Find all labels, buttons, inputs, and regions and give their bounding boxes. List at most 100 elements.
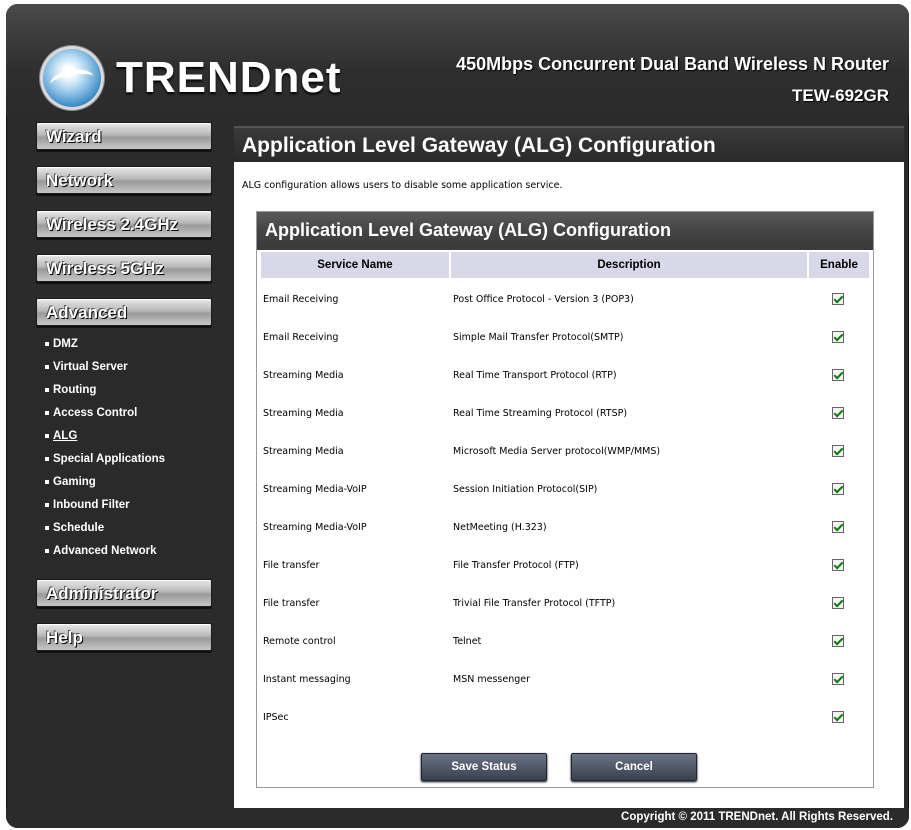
submenu-label: Routing bbox=[53, 384, 97, 396]
page-title: Application Level Gateway (ALG) Configur… bbox=[242, 134, 716, 157]
description-cell: MSN messenger bbox=[453, 673, 530, 685]
menu-administrator[interactable]: Administrator bbox=[36, 579, 212, 607]
description-cell: Real Time Streaming Protocol (RTSP) bbox=[453, 407, 628, 419]
menu-wireless-24ghz[interactable]: Wireless 2.4GHz bbox=[36, 210, 212, 238]
service-name-cell: Email Receiving bbox=[263, 331, 339, 343]
menu-network[interactable]: Network bbox=[36, 166, 212, 194]
table-row: Streaming Media Real Time Transport Prot… bbox=[261, 356, 869, 394]
bullet-icon bbox=[45, 479, 49, 484]
cancel-button[interactable]: Cancel bbox=[571, 753, 697, 781]
enable-checkbox[interactable] bbox=[832, 407, 844, 419]
service-name-cell: Streaming Media-VoIP bbox=[263, 521, 367, 533]
enable-checkbox[interactable] bbox=[832, 369, 844, 381]
menu-label: Administrator bbox=[46, 584, 158, 603]
table-row: Email Receiving Simple Mail Transfer Pro… bbox=[261, 318, 869, 356]
menu-label: Network bbox=[46, 171, 114, 190]
submenu-dmz[interactable]: DMZ bbox=[45, 338, 78, 350]
submenu-label: Access Control bbox=[53, 407, 138, 419]
submenu-access-control[interactable]: Access Control bbox=[45, 407, 137, 419]
table-row: Email Receiving Post Office Protocol - V… bbox=[261, 280, 869, 318]
enable-checkbox[interactable] bbox=[832, 559, 844, 571]
table-row: Streaming Media Microsoft Media Server p… bbox=[261, 432, 869, 470]
service-name-cell: Streaming Media bbox=[263, 369, 344, 381]
service-name-cell: Remote control bbox=[263, 635, 336, 647]
enable-checkbox[interactable] bbox=[832, 673, 844, 685]
logo-text: TRENDnet bbox=[116, 53, 342, 102]
submenu-label: Inbound Filter bbox=[53, 499, 130, 511]
submenu-alg[interactable]: ALG bbox=[45, 430, 77, 442]
enable-checkbox[interactable] bbox=[832, 711, 844, 723]
enable-checkbox[interactable] bbox=[832, 331, 844, 343]
bullet-icon bbox=[45, 525, 49, 530]
submenu-schedule[interactable]: Schedule bbox=[45, 522, 104, 534]
enable-checkbox[interactable] bbox=[832, 635, 844, 647]
service-name-cell: Instant messaging bbox=[263, 673, 351, 685]
enable-checkbox[interactable] bbox=[832, 483, 844, 495]
description-cell: Microsoft Media Server protocol(WMP/MMS) bbox=[453, 445, 661, 457]
submenu-label: DMZ bbox=[53, 338, 78, 350]
submenu-label: Schedule bbox=[53, 522, 105, 534]
service-name-cell: Email Receiving bbox=[263, 293, 339, 305]
save-status-button[interactable]: Save Status bbox=[421, 753, 547, 781]
trendnet-logo: TRENDnet bbox=[40, 46, 342, 110]
enable-checkbox[interactable] bbox=[832, 445, 844, 457]
menu-label: Wireless 5GHz bbox=[46, 259, 164, 278]
submenu-advanced-network[interactable]: Advanced Network bbox=[45, 545, 157, 557]
enable-checkbox[interactable] bbox=[832, 597, 844, 609]
column-header-service-name: Service Name bbox=[261, 252, 449, 278]
description-cell: Telnet bbox=[453, 635, 482, 647]
table-row: Remote control Telnet bbox=[261, 622, 869, 660]
description-cell: NetMeeting (H.323) bbox=[453, 521, 547, 533]
submenu-label: Virtual Server bbox=[53, 361, 128, 373]
column-header-description: Description bbox=[451, 252, 807, 278]
menu-wizard[interactable]: Wizard bbox=[36, 122, 212, 150]
model-number: TEW-692GR bbox=[792, 86, 889, 105]
bullet-icon bbox=[45, 548, 49, 553]
description-cell: Real Time Transport Protocol (RTP) bbox=[453, 369, 617, 381]
bullet-icon bbox=[45, 456, 49, 461]
page-title-bar: Application Level Gateway (ALG) Configur… bbox=[234, 126, 904, 162]
intro-text: ALG configuration allows users to disabl… bbox=[242, 180, 563, 191]
service-name-cell: IPSec bbox=[263, 711, 289, 723]
alg-box-header: Application Level Gateway (ALG) Configur… bbox=[257, 212, 873, 250]
menu-label: Advanced bbox=[46, 303, 128, 322]
service-name-cell: Streaming Media bbox=[263, 445, 344, 457]
menu-advanced[interactable]: Advanced bbox=[36, 298, 212, 326]
bullet-icon bbox=[45, 364, 49, 369]
menu-help[interactable]: Help bbox=[36, 623, 212, 651]
description-cell: Simple Mail Transfer Protocol(SMTP) bbox=[453, 331, 624, 343]
description-cell: File Transfer Protocol (FTP) bbox=[453, 559, 579, 571]
submenu-special-applications[interactable]: Special Applications bbox=[45, 453, 165, 465]
page-footer: Copyright © 2011 TRENDnet. All Rights Re… bbox=[6, 808, 909, 828]
description-cell: Session Initiation Protocol(SIP) bbox=[453, 483, 598, 495]
table-row: Streaming Media-VoIP NetMeeting (H.323) bbox=[261, 508, 869, 546]
table-row: Streaming Media-VoIP Session Initiation … bbox=[261, 470, 869, 508]
service-name-cell: File transfer bbox=[263, 597, 320, 609]
submenu-inbound-filter[interactable]: Inbound Filter bbox=[45, 499, 130, 511]
table-row: File transfer Trivial File Transfer Prot… bbox=[261, 584, 869, 622]
table-row: IPSec bbox=[261, 698, 869, 736]
trendnet-logo-icon bbox=[40, 46, 104, 110]
submenu-gaming[interactable]: Gaming bbox=[45, 476, 96, 488]
bullet-icon bbox=[45, 410, 49, 415]
enable-checkbox[interactable] bbox=[832, 293, 844, 305]
bullet-icon bbox=[45, 433, 49, 438]
alg-box-title: Application Level Gateway (ALG) Configur… bbox=[265, 220, 672, 240]
advanced-submenu: DMZ Virtual Server Routing Access Contro… bbox=[36, 330, 212, 573]
table-row: Streaming Media Real Time Streaming Prot… bbox=[261, 394, 869, 432]
menu-wireless-5ghz[interactable]: Wireless 5GHz bbox=[36, 254, 212, 282]
enable-checkbox[interactable] bbox=[832, 521, 844, 533]
description-cell: Post Office Protocol - Version 3 (POP3) bbox=[453, 293, 634, 305]
content-panel: ALG configuration allows users to disabl… bbox=[234, 162, 904, 808]
menu-label: Wireless 2.4GHz bbox=[46, 215, 179, 234]
page-header: TRENDnet 450Mbps Concurrent Dual Band Wi… bbox=[6, 4, 909, 116]
submenu-label: Special Applications bbox=[53, 453, 166, 465]
service-name-cell: Streaming Media-VoIP bbox=[263, 483, 367, 495]
service-name-cell: Streaming Media bbox=[263, 407, 344, 419]
description-cell: Trivial File Transfer Protocol (TFTP) bbox=[453, 597, 616, 609]
table-row: File transfer File Transfer Protocol (FT… bbox=[261, 546, 869, 584]
submenu-routing[interactable]: Routing bbox=[45, 384, 96, 396]
menu-label: Help bbox=[46, 628, 83, 647]
column-header-enable: Enable bbox=[809, 252, 869, 278]
submenu-virtual-server[interactable]: Virtual Server bbox=[45, 361, 128, 373]
